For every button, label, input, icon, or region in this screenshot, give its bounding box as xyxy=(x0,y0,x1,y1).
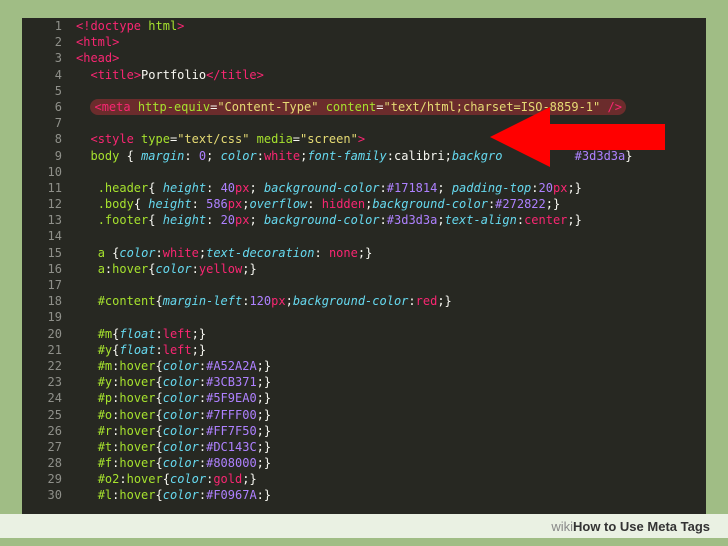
code-line[interactable]: #p:hover{color:#5F9EA0;} xyxy=(76,390,706,406)
code-line[interactable]: .body{ height: 586px;overflow: hidden;ba… xyxy=(76,196,706,212)
line-number: 27 xyxy=(22,439,76,455)
line-number: 11 xyxy=(22,180,76,196)
code-line[interactable] xyxy=(76,228,706,244)
code-line[interactable]: <meta http-equiv="Content-Type" content=… xyxy=(76,99,706,115)
line-number: 9 xyxy=(22,148,76,164)
code-line[interactable]: <head> xyxy=(76,50,706,66)
article-title: How to Use Meta Tags xyxy=(573,519,710,534)
line-number: 30 xyxy=(22,487,76,503)
code-line[interactable]: <title>Portfolio</title> xyxy=(76,67,706,83)
line-number: 15 xyxy=(22,245,76,261)
code-line[interactable]: <html> xyxy=(76,34,706,50)
code-line[interactable]: #y:hover{color:#3CB371;} xyxy=(76,374,706,390)
line-number: 4 xyxy=(22,67,76,83)
code-line[interactable]: #r:hover{color:#FF7F50;} xyxy=(76,423,706,439)
code-line[interactable]: #m{float:left;} xyxy=(76,326,706,342)
line-number: 16 xyxy=(22,261,76,277)
code-line[interactable]: #f:hover{color:#808000;} xyxy=(76,455,706,471)
line-number: 6 xyxy=(22,99,76,115)
code-line[interactable]: #m:hover{color:#A52A2A;} xyxy=(76,358,706,374)
line-number: 26 xyxy=(22,423,76,439)
line-number: 10 xyxy=(22,164,76,180)
code-line[interactable]: .footer{ height: 20px; background-color:… xyxy=(76,212,706,228)
code-line[interactable]: body { margin: 0; color:white;font-famil… xyxy=(76,148,706,164)
line-number: 12 xyxy=(22,196,76,212)
code-line[interactable]: #o:hover{color:#7FFF00;} xyxy=(76,407,706,423)
code-line[interactable] xyxy=(76,309,706,325)
code-line[interactable]: .header{ height: 40px; background-color:… xyxy=(76,180,706,196)
line-number: 1 xyxy=(22,18,76,34)
code-line[interactable] xyxy=(76,277,706,293)
line-number: 14 xyxy=(22,228,76,244)
line-number: 29 xyxy=(22,471,76,487)
code-line[interactable] xyxy=(76,115,706,131)
code-line[interactable]: #l:hover{color:#F0967A:} xyxy=(76,487,706,503)
line-gutter: 1234567891011121314151617181920212223242… xyxy=(22,18,76,514)
code-line[interactable]: #o2:hover{color:gold;} xyxy=(76,471,706,487)
line-number: 2 xyxy=(22,34,76,50)
line-number: 22 xyxy=(22,358,76,374)
line-number: 3 xyxy=(22,50,76,66)
code-line[interactable] xyxy=(76,83,706,99)
line-number: 5 xyxy=(22,83,76,99)
line-number: 25 xyxy=(22,407,76,423)
line-number: 23 xyxy=(22,374,76,390)
code-line[interactable]: a:hover{color:yellow;} xyxy=(76,261,706,277)
code-line[interactable] xyxy=(76,164,706,180)
code-line[interactable]: #t:hover{color:#DC143C;} xyxy=(76,439,706,455)
attribution-footer: wikiHow to Use Meta Tags xyxy=(0,514,728,538)
line-number: 21 xyxy=(22,342,76,358)
code-editor[interactable]: 1234567891011121314151617181920212223242… xyxy=(22,18,706,514)
line-number: 17 xyxy=(22,277,76,293)
line-number: 8 xyxy=(22,131,76,147)
line-number: 7 xyxy=(22,115,76,131)
code-content[interactable]: <!doctype html><html><head> <title>Portf… xyxy=(76,18,706,514)
code-line[interactable]: a {color:white;text-decoration: none;} xyxy=(76,245,706,261)
code-line[interactable]: <style type="text/css" media="screen"> xyxy=(76,131,706,147)
line-number: 28 xyxy=(22,455,76,471)
line-number: 20 xyxy=(22,326,76,342)
line-number: 19 xyxy=(22,309,76,325)
code-line[interactable]: #y{float:left;} xyxy=(76,342,706,358)
code-line[interactable]: <!doctype html> xyxy=(76,18,706,34)
line-number: 13 xyxy=(22,212,76,228)
brand-label: wiki xyxy=(551,519,573,534)
line-number: 18 xyxy=(22,293,76,309)
line-number: 24 xyxy=(22,390,76,406)
code-line[interactable]: #content{margin-left:120px;background-co… xyxy=(76,293,706,309)
